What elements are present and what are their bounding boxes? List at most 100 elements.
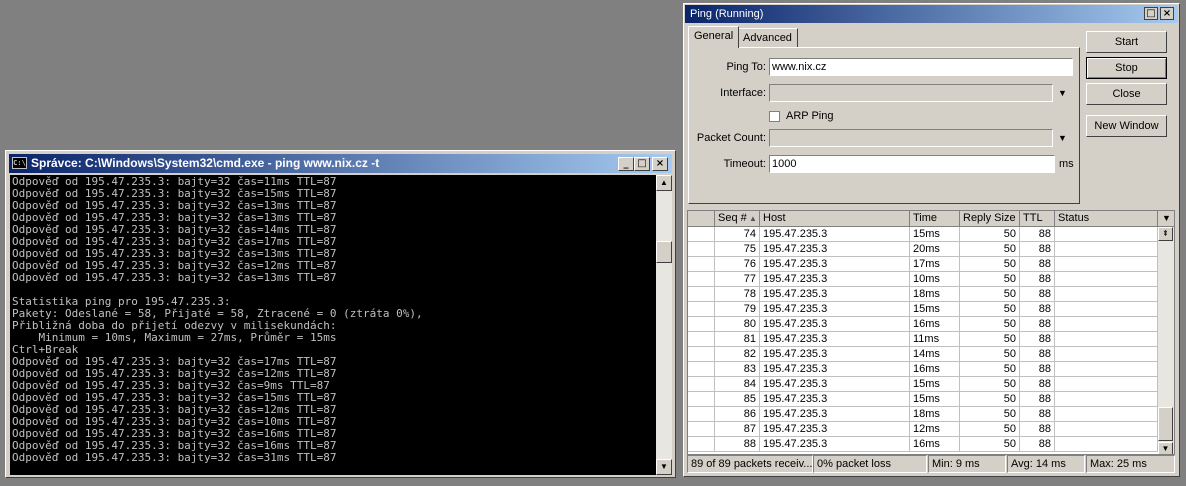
cell-time: 12ms: [910, 422, 960, 437]
cell-reply-size: 50: [960, 362, 1020, 377]
cell-status: [1055, 362, 1158, 377]
table-row[interactable]: 76 195.47.235.3 17ms 50 88: [688, 257, 1158, 272]
cell-reply-size: 50: [960, 347, 1020, 362]
cell-row-marker: [688, 377, 715, 392]
cell-status: [1055, 422, 1158, 437]
cell-seq: 88: [715, 437, 760, 452]
cell-status: [1055, 377, 1158, 392]
cell-ttl: 88: [1020, 287, 1055, 302]
cell-ttl: 88: [1020, 392, 1055, 407]
cell-reply-size: 50: [960, 407, 1020, 422]
table-row[interactable]: 82 195.47.235.3 14ms 50 88: [688, 347, 1158, 362]
console-scrollbar[interactable]: ▲ ▼: [656, 175, 672, 475]
cell-ttl: 88: [1020, 377, 1055, 392]
table-row[interactable]: 86 195.47.235.3 18ms 50 88: [688, 407, 1158, 422]
minimize-button[interactable]: _: [618, 157, 634, 171]
cell-time: 15ms: [910, 227, 960, 242]
status-packets: 89 of 89 packets receiv...: [687, 455, 813, 473]
column-header-host[interactable]: Host: [760, 211, 910, 227]
cell-reply-size: 50: [960, 377, 1020, 392]
cell-time: 15ms: [910, 392, 960, 407]
cell-row-marker: [688, 347, 715, 362]
cell-row-marker: [688, 302, 715, 317]
cell-reply-size: 50: [960, 437, 1020, 452]
cell-seq: 82: [715, 347, 760, 362]
tab-general[interactable]: General: [688, 26, 740, 48]
cell-row-marker: [688, 362, 715, 377]
scroll-down-arrow-icon[interactable]: ▼: [656, 459, 672, 475]
cell-host: 195.47.235.3: [760, 332, 910, 347]
table-row[interactable]: 74 195.47.235.3 15ms 50 88: [688, 227, 1158, 242]
ping-title: Ping (Running): [690, 8, 764, 20]
packet-count-select[interactable]: [769, 129, 1053, 147]
column-header-blank[interactable]: [688, 211, 715, 227]
new-window-button[interactable]: New Window: [1086, 115, 1167, 137]
timeout-input[interactable]: 1000: [769, 155, 1055, 173]
scroll-thumb[interactable]: [1158, 407, 1173, 441]
cell-reply-size: 50: [960, 242, 1020, 257]
table-header: Seq # ▲ Host Time Reply Size TTL Status …: [688, 211, 1174, 227]
cell-host: 195.47.235.3: [760, 272, 910, 287]
cell-ttl: 88: [1020, 257, 1055, 272]
close-window-button[interactable]: Close: [1086, 83, 1167, 105]
cell-row-marker: [688, 332, 715, 347]
maximize-button[interactable]: □: [1144, 7, 1158, 20]
ping-to-input[interactable]: www.nix.cz: [769, 58, 1073, 76]
table-row[interactable]: 84 195.47.235.3 15ms 50 88: [688, 377, 1158, 392]
ping-results-table: Seq # ▲ Host Time Reply Size TTL Status …: [687, 210, 1175, 455]
cell-host: 195.47.235.3: [760, 287, 910, 302]
cell-time: 17ms: [910, 257, 960, 272]
table-row[interactable]: 80 195.47.235.3 16ms 50 88: [688, 317, 1158, 332]
scroll-up-arrow-icon[interactable]: ▲: [656, 175, 672, 191]
cell-time: 16ms: [910, 317, 960, 332]
table-row[interactable]: 79 195.47.235.3 15ms 50 88: [688, 302, 1158, 317]
table-row[interactable]: 88 195.47.235.3 16ms 50 88: [688, 437, 1158, 452]
table-row[interactable]: 78 195.47.235.3 18ms 50 88: [688, 287, 1158, 302]
table-row[interactable]: 83 195.47.235.3 16ms 50 88: [688, 362, 1158, 377]
close-button[interactable]: ×: [652, 157, 668, 171]
column-header-status[interactable]: Status: [1055, 211, 1158, 227]
cell-seq: 86: [715, 407, 760, 422]
tab-advanced[interactable]: Advanced: [737, 28, 798, 48]
column-header-ttl[interactable]: TTL: [1020, 211, 1055, 227]
cell-seq: 81: [715, 332, 760, 347]
console-output[interactable]: Odpověď od 195.47.235.3: bajty=32 čas=11…: [10, 175, 656, 475]
cell-seq: 83: [715, 362, 760, 377]
cell-host: 195.47.235.3: [760, 422, 910, 437]
scroll-down-arrow-icon[interactable]: ▼: [1158, 442, 1173, 454]
cell-ttl: 88: [1020, 347, 1055, 362]
arp-ping-checkbox[interactable]: [769, 111, 780, 122]
table-row[interactable]: 75 195.47.235.3 20ms 50 88: [688, 242, 1158, 257]
table-row[interactable]: 87 195.47.235.3 12ms 50 88: [688, 422, 1158, 437]
column-header-reply-size[interactable]: Reply Size: [960, 211, 1020, 227]
cmd-title: Správce: C:\Windows\System32\cmd.exe - p…: [31, 156, 380, 170]
dropdown-arrow-icon[interactable]: ▼: [1058, 133, 1067, 143]
maximize-button[interactable]: □: [634, 157, 650, 171]
table-scrollbar[interactable]: ⇞ ▼: [1158, 227, 1174, 454]
ping-title-bar[interactable]: Ping (Running) □ ×: [685, 5, 1178, 23]
cell-host: 195.47.235.3: [760, 347, 910, 362]
cell-ttl: 88: [1020, 437, 1055, 452]
table-row[interactable]: 77 195.47.235.3 10ms 50 88: [688, 272, 1158, 287]
stop-button[interactable]: Stop: [1086, 57, 1167, 79]
cell-time: 10ms: [910, 272, 960, 287]
column-menu-dropdown-icon[interactable]: ▼: [1158, 211, 1174, 227]
cell-seq: 76: [715, 257, 760, 272]
column-header-seq[interactable]: Seq # ▲: [715, 211, 760, 227]
cell-ttl: 88: [1020, 302, 1055, 317]
table-row[interactable]: 85 195.47.235.3 15ms 50 88: [688, 392, 1158, 407]
column-header-time[interactable]: Time: [910, 211, 960, 227]
start-button[interactable]: Start: [1086, 31, 1167, 53]
dropdown-arrow-icon[interactable]: ▼: [1058, 88, 1067, 98]
scroll-to-top-icon[interactable]: ⇞: [1158, 227, 1173, 241]
cell-row-marker: [688, 242, 715, 257]
close-button[interactable]: ×: [1160, 7, 1174, 20]
cmd-window: C:\ Správce: C:\Windows\System32\cmd.exe…: [5, 150, 676, 478]
cmd-title-bar[interactable]: C:\ Správce: C:\Windows\System32\cmd.exe…: [9, 154, 672, 173]
scroll-thumb[interactable]: [656, 241, 672, 263]
table-row[interactable]: 81 195.47.235.3 11ms 50 88: [688, 332, 1158, 347]
interface-select[interactable]: [769, 84, 1053, 102]
timeout-unit: ms: [1059, 158, 1074, 170]
cell-time: 20ms: [910, 242, 960, 257]
cell-status: [1055, 227, 1158, 242]
